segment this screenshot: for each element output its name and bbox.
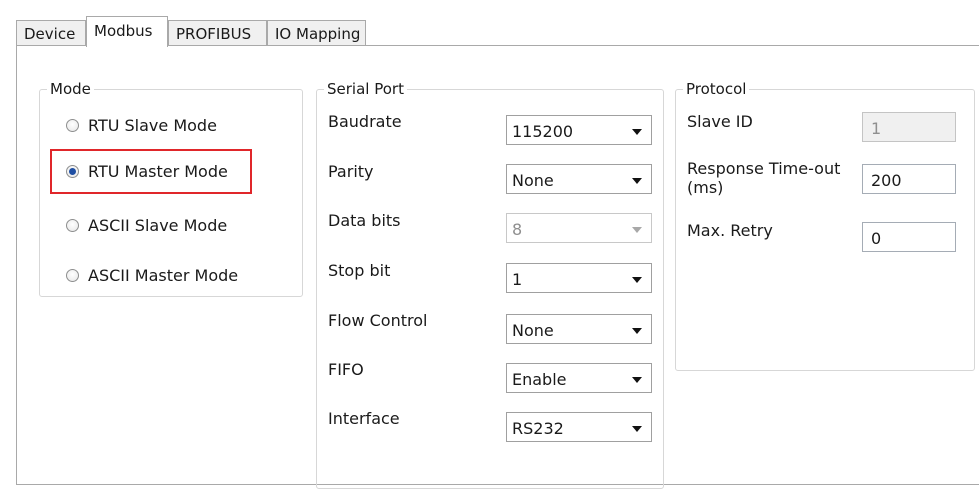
select-value: RS232 (512, 419, 564, 438)
select-value: None (512, 321, 554, 340)
protocol-group-title: Protocol (683, 79, 750, 99)
chevron-down-icon (632, 129, 642, 135)
tab-profibus[interactable]: PROFIBUS (168, 20, 267, 46)
chevron-down-icon (632, 178, 642, 184)
fifo-select[interactable]: Enable (506, 363, 652, 393)
slave-id-input: 1 (862, 112, 956, 142)
baudrate-label: Baudrate (328, 112, 402, 131)
serial-port-group: Serial Port Baudrate 115200 Parity None … (316, 79, 664, 489)
protocol-group: Protocol Slave ID 1 Response Time-out (m… (675, 79, 975, 371)
mode-group: Mode RTU Slave Mode RTU Master Mode ASCI… (39, 79, 303, 297)
stop-bit-label: Stop bit (328, 261, 391, 280)
parity-label: Parity (328, 162, 374, 181)
max-retry-input[interactable]: 0 (862, 222, 956, 252)
max-retry-label: Max. Retry (687, 221, 773, 240)
select-value: None (512, 171, 554, 190)
stop-bit-select[interactable]: 1 (506, 263, 652, 293)
select-value: 1 (512, 270, 523, 289)
radio-label: RTU Slave Mode (88, 116, 217, 135)
radio-label: ASCII Slave Mode (88, 216, 228, 235)
slave-id-label: Slave ID (687, 112, 753, 131)
chevron-down-icon (632, 328, 642, 334)
baudrate-select[interactable]: 115200 (506, 115, 652, 145)
tab-modbus[interactable]: Modbus (86, 16, 168, 47)
data-bits-label: Data bits (328, 211, 401, 230)
radio-icon (66, 269, 79, 282)
response-timeout-label: Response Time-out (687, 159, 841, 178)
radio-icon (66, 219, 79, 232)
radio-label: RTU Master Mode (88, 162, 228, 181)
serial-port-group-title: Serial Port (324, 79, 407, 99)
tab-label: Device (24, 25, 76, 43)
tab-label: IO Mapping (275, 25, 361, 43)
fifo-label: FIFO (328, 360, 364, 379)
input-value: 0 (871, 229, 882, 248)
tab-device[interactable]: Device (16, 20, 86, 46)
flow-control-label: Flow Control (328, 311, 428, 330)
parity-select[interactable]: None (506, 164, 652, 194)
select-value: Enable (512, 370, 567, 389)
input-value: 1 (871, 119, 882, 138)
data-bits-select: 8 (506, 213, 652, 243)
chevron-down-icon (632, 277, 642, 283)
mode-group-title: Mode (47, 79, 94, 99)
tab-io-mapping[interactable]: IO Mapping (267, 20, 366, 46)
chevron-down-icon (632, 227, 642, 233)
tab-label: PROFIBUS (176, 25, 252, 43)
chevron-down-icon (632, 377, 642, 383)
radio-checked-icon (66, 165, 79, 178)
chevron-down-icon (632, 426, 642, 432)
tab-label: Modbus (94, 22, 153, 40)
modbus-panel: Mode RTU Slave Mode RTU Master Mode ASCI… (16, 45, 979, 489)
radio-icon (66, 119, 79, 132)
interface-select[interactable]: RS232 (506, 412, 652, 442)
interface-label: Interface (328, 409, 400, 428)
select-value: 8 (512, 220, 523, 239)
radio-label: ASCII Master Mode (88, 266, 239, 285)
flow-control-select[interactable]: None (506, 314, 652, 344)
select-value: 115200 (512, 122, 574, 141)
response-timeout-input[interactable]: 200 (862, 164, 956, 194)
input-value: 200 (871, 171, 902, 190)
response-timeout-unit: (ms) (687, 178, 724, 197)
